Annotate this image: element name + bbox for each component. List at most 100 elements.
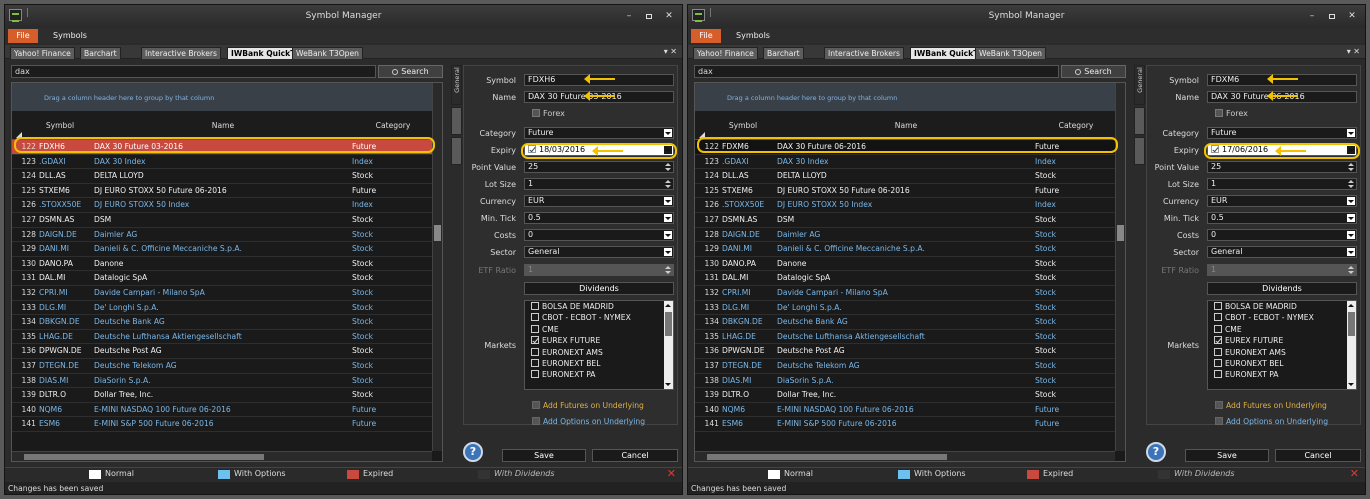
spinner-icon[interactable]: [664, 179, 672, 189]
maximize-icon[interactable]: [1325, 11, 1339, 23]
costs-dropdown[interactable]: 0: [1207, 229, 1357, 241]
table-row[interactable]: 124 DLL.AS DELTA LLOYD Stock: [12, 169, 432, 184]
tab-barchart[interactable]: Barchart: [80, 47, 121, 59]
column-header-category[interactable]: Category: [354, 121, 432, 130]
menu-symbols[interactable]: Symbols: [53, 29, 87, 43]
table-row[interactable]: 134 DBKGN.DE Deutsche Bank AG Stock: [695, 315, 1115, 330]
table-row[interactable]: 123 .GDAXI DAX 30 Index Index: [12, 155, 432, 170]
market-item[interactable]: EURONEXT PA: [1208, 369, 1356, 380]
table-row[interactable]: 138 DIAS.MI DiaSorin S.p.A. Stock: [695, 374, 1115, 389]
table-row[interactable]: 133 DLG.MI De' Longhi S.p.A. Stock: [695, 301, 1115, 316]
tab-webank-t3open[interactable]: WeBank T3Open: [975, 47, 1046, 59]
tab-list-close-icon[interactable]: ▾ ✕: [1347, 47, 1360, 56]
table-row[interactable]: 128 DAIGN.DE Daimler AG Stock: [695, 228, 1115, 243]
tab-barchart[interactable]: Barchart: [763, 47, 804, 59]
table-row[interactable]: 126 .STOXX50E DJ EURO STOXX 50 Index Index: [12, 198, 432, 213]
group-by-area[interactable]: Drag a column header here to group by th…: [12, 83, 432, 111]
name-field[interactable]: DAX 30 Future 03-2016: [524, 91, 674, 103]
table-row[interactable]: 125 STXEM6 DJ EURO STOXX 50 Future 06-2016…: [695, 184, 1115, 199]
side-tab-3[interactable]: [1134, 137, 1145, 165]
market-item[interactable]: CBOT - ECBOT - NYMEX: [1208, 312, 1356, 323]
column-header-name[interactable]: Name: [777, 121, 1035, 130]
side-tab-general[interactable]: General: [1134, 65, 1145, 105]
table-row[interactable]: 129 DANI.MI Danieli & C. Officine Meccanic…: [12, 242, 432, 257]
dividends-button[interactable]: Dividends: [524, 282, 674, 295]
table-row[interactable]: 136 DPWGN.DE Deutsche Post AG Stock: [695, 344, 1115, 359]
close-icon[interactable]: ✕: [1345, 11, 1359, 23]
category-dropdown[interactable]: Future: [1207, 127, 1357, 139]
table-row[interactable]: 133 DLG.MI De' Longhi S.p.A. Stock: [12, 301, 432, 316]
table-row[interactable]: 135 LHAG.DE Deutsche Lufthansa Aktiengesel…: [695, 330, 1115, 345]
side-tab-2[interactable]: [1134, 107, 1145, 135]
spinner-icon[interactable]: [664, 162, 672, 172]
maximize-icon[interactable]: [642, 11, 656, 23]
table-row[interactable]: 124 DLL.AS DELTA LLOYD Stock: [695, 169, 1115, 184]
symbol-field[interactable]: FDXH6: [524, 74, 674, 86]
add-options-checkbox[interactable]: Add Options on Underlying: [532, 417, 645, 426]
sector-dropdown[interactable]: General: [1207, 246, 1357, 258]
scrollbar-thumb[interactable]: [1117, 225, 1124, 241]
tab-yahoo-finance[interactable]: Yahoo! Finance: [693, 47, 758, 59]
market-item[interactable]: EURONEXT BEL: [525, 358, 673, 369]
scrollbar-thumb[interactable]: [707, 454, 947, 460]
markets-scrollbar[interactable]: [1347, 301, 1356, 389]
min-tick-dropdown[interactable]: 0.5: [1207, 212, 1357, 224]
table-row[interactable]: 141 ESM6 E-MINI S&P 500 Future 06-2016 Futu…: [695, 417, 1115, 432]
name-field[interactable]: DAX 30 Future 06-2016: [1207, 91, 1357, 103]
save-button[interactable]: Save: [502, 449, 586, 462]
scrollbar-thumb[interactable]: [1348, 312, 1355, 336]
column-header-symbol[interactable]: Symbol: [711, 121, 775, 130]
table-row[interactable]: 140 NQM6 E-MINI NASDAQ 100 Future 06-2016 F…: [12, 403, 432, 418]
menu-file[interactable]: File: [691, 29, 721, 43]
table-row[interactable]: 131 DAL.MI Datalogic SpA Stock: [695, 271, 1115, 286]
grid-horizontal-scrollbar[interactable]: [12, 451, 432, 461]
close-icon[interactable]: ✕: [667, 467, 676, 480]
search-button[interactable]: Search: [1061, 65, 1126, 78]
add-futures-checkbox[interactable]: Add Futures on Underlying: [532, 401, 644, 410]
market-item[interactable]: CME: [1208, 324, 1356, 335]
lot-size-stepper[interactable]: 1: [1207, 178, 1357, 190]
search-button[interactable]: Search: [378, 65, 443, 78]
column-header-category[interactable]: Category: [1037, 121, 1115, 130]
sector-dropdown[interactable]: General: [524, 246, 674, 258]
table-row[interactable]: 125 STXEM6 DJ EURO STOXX 50 Future 06-2016…: [12, 184, 432, 199]
scrollbar-thumb[interactable]: [434, 225, 441, 241]
market-item[interactable]: EURONEXT PA: [525, 369, 673, 380]
market-item[interactable]: EUREX FUTURE: [525, 335, 673, 346]
add-options-checkbox[interactable]: Add Options on Underlying: [1215, 417, 1328, 426]
table-row[interactable]: 141 ESM6 E-MINI S&P 500 Future 06-2016 Futu…: [12, 417, 432, 432]
grid-vertical-scrollbar[interactable]: [432, 83, 442, 451]
table-row[interactable]: 128 DAIGN.DE Daimler AG Stock: [12, 228, 432, 243]
menu-symbols[interactable]: Symbols: [736, 29, 770, 43]
scrollbar-thumb[interactable]: [24, 454, 264, 460]
table-row[interactable]: 136 DPWGN.DE Deutsche Post AG Stock: [12, 344, 432, 359]
table-row[interactable]: 130 DANO.PA Danone Stock: [12, 257, 432, 272]
market-item[interactable]: BOLSA DE MADRID: [1208, 301, 1356, 312]
table-row[interactable]: 127 DSMN.AS DSM Stock: [695, 213, 1115, 228]
table-row[interactable]: 137 DTEGN.DE Deutsche Telekom AG Stock: [695, 359, 1115, 374]
table-row[interactable]: 127 DSMN.AS DSM Stock: [12, 213, 432, 228]
menu-file[interactable]: File: [8, 29, 38, 43]
table-row[interactable]: 134 DBKGN.DE Deutsche Bank AG Stock: [12, 315, 432, 330]
grid-horizontal-scrollbar[interactable]: [695, 451, 1115, 461]
table-row[interactable]: 140 NQM6 E-MINI NASDAQ 100 Future 06-2016 F…: [695, 403, 1115, 418]
table-row[interactable]: 129 DANI.MI Danieli & C. Officine Meccanic…: [695, 242, 1115, 257]
tab-list-close-icon[interactable]: ▾ ✕: [664, 47, 677, 56]
spinner-icon[interactable]: [1347, 179, 1355, 189]
group-by-area[interactable]: Drag a column header here to group by th…: [695, 83, 1115, 111]
search-input[interactable]: [11, 65, 376, 78]
side-tab-3[interactable]: [451, 137, 462, 165]
currency-dropdown[interactable]: EUR: [1207, 195, 1357, 207]
market-item[interactable]: EURONEXT BEL: [1208, 358, 1356, 369]
lot-size-stepper[interactable]: 1: [524, 178, 674, 190]
grid-vertical-scrollbar[interactable]: [1115, 83, 1125, 451]
column-header-name[interactable]: Name: [94, 121, 352, 130]
add-futures-checkbox[interactable]: Add Futures on Underlying: [1215, 401, 1327, 410]
market-item[interactable]: EUREX FUTURE: [1208, 335, 1356, 346]
min-tick-dropdown[interactable]: 0.5: [524, 212, 674, 224]
side-tab-general[interactable]: General: [451, 65, 462, 105]
table-row[interactable]: 126 .STOXX50E DJ EURO STOXX 50 Index Index: [695, 198, 1115, 213]
costs-dropdown[interactable]: 0: [524, 229, 674, 241]
table-row[interactable]: 132 CPRI.MI Davide Campari - Milano SpA Sto…: [695, 286, 1115, 301]
close-icon[interactable]: ✕: [1350, 467, 1359, 480]
